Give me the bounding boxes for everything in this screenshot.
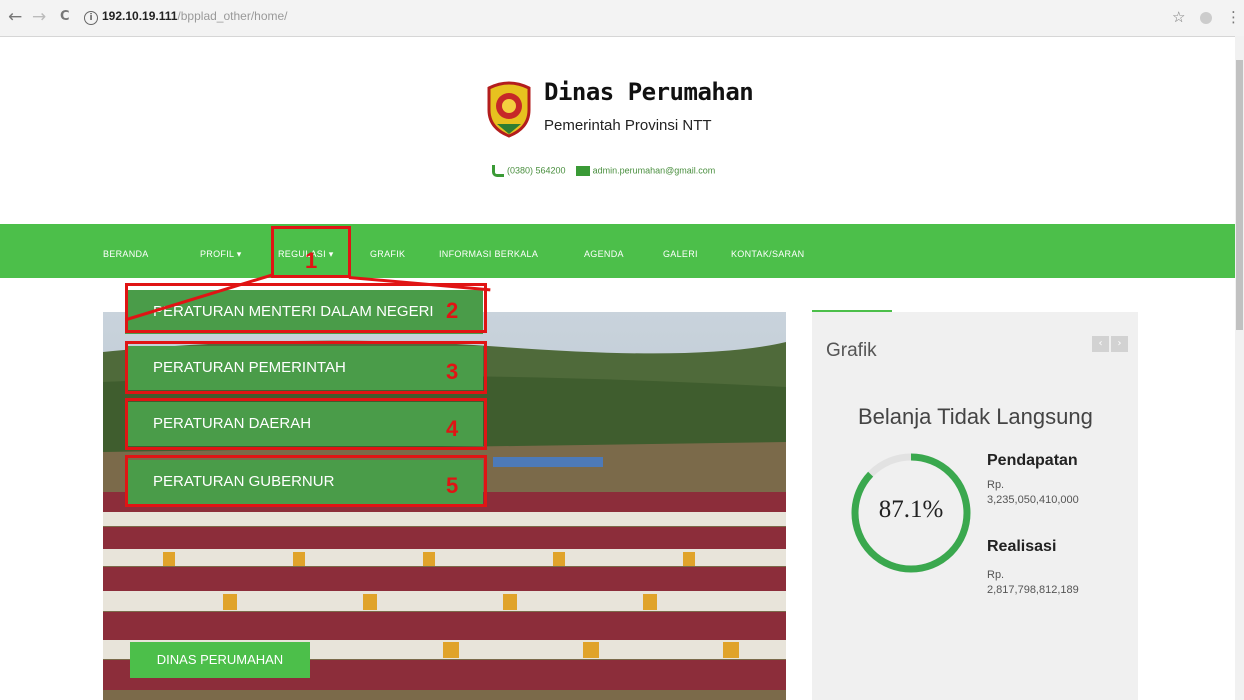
prev-slide-icon[interactable]: ‹ [1092, 336, 1109, 352]
back-icon[interactable]: ← [8, 6, 22, 28]
nav-beranda[interactable]: BERANDA [103, 249, 149, 259]
page-scrollbar-thumb[interactable] [1236, 60, 1243, 330]
widget-accent-bar [812, 310, 892, 312]
extension-icon[interactable] [1200, 12, 1212, 24]
info-icon[interactable]: i [84, 11, 98, 25]
hero-banner-label[interactable]: DINAS PERUMAHAN [130, 642, 310, 678]
browser-menu-icon[interactable]: ⋮ [1226, 8, 1241, 26]
percent-label: 87.1% [878, 496, 944, 523]
annotation-box-5 [125, 455, 487, 507]
address-bar[interactable]: i 192.10.19.111/bpplad_other/home/ [84, 9, 288, 25]
nav-agenda[interactable]: AGENDA [584, 249, 624, 259]
bookmark-star-icon[interactable]: ☆ [1172, 8, 1185, 26]
widget-controls: ‹ › [1092, 333, 1132, 352]
chart-title: Belanja Tidak Langsung [858, 404, 1093, 429]
phone-icon [492, 165, 504, 177]
nav-galeri[interactable]: GALERI [663, 249, 698, 259]
nav-kontak-saran[interactable]: KONTAK/SARAN [731, 249, 804, 259]
url-path: /bpplad_other/home/ [177, 9, 288, 23]
nav-grafik[interactable]: GRAFIK [370, 249, 405, 259]
reload-icon[interactable]: C [60, 6, 70, 28]
annotation-number-3: 3 [446, 359, 459, 384]
annotation-box-3 [125, 341, 487, 394]
forward-icon[interactable]: → [32, 6, 46, 28]
mail-icon [575, 166, 590, 176]
pendapatan-label: Pendapatan [987, 452, 1078, 469]
url-host: 192.10.19.111 [102, 9, 178, 23]
phone-number: (0380) 564200 [507, 165, 566, 176]
annotation-box-4 [125, 398, 487, 450]
widget-title: Grafik [826, 340, 877, 361]
nav-informasi-berkala[interactable]: INFORMASI BERKALA [439, 249, 538, 259]
annotation-number-2: 2 [446, 298, 459, 323]
pendapatan-currency: Rp. [987, 479, 1005, 491]
site-subtitle: Pemerintah Provinsi NTT [544, 117, 712, 134]
annotation-box-2 [125, 283, 487, 333]
annotation-number-5: 5 [446, 473, 459, 498]
nav-profil[interactable]: PROFIL ▾ [200, 249, 242, 260]
realisasi-value: 2,817,798,812,189 [987, 584, 1079, 596]
email-address[interactable]: admin.perumahan@gmail.com [593, 165, 716, 175]
contact-info: (0380) 564200 admin.perumahan@gmail.com [492, 165, 715, 177]
realisasi-currency: Rp. [987, 569, 1005, 581]
realisasi-label: Realisasi [987, 538, 1057, 555]
annotation-number-1: 1 [305, 248, 318, 273]
pendapatan-value: 3,235,050,410,000 [987, 494, 1079, 506]
next-slide-icon[interactable]: › [1111, 336, 1128, 352]
annotation-number-4: 4 [446, 416, 459, 441]
government-logo [487, 81, 531, 138]
site-title: Dinas Perumahan [544, 78, 754, 106]
